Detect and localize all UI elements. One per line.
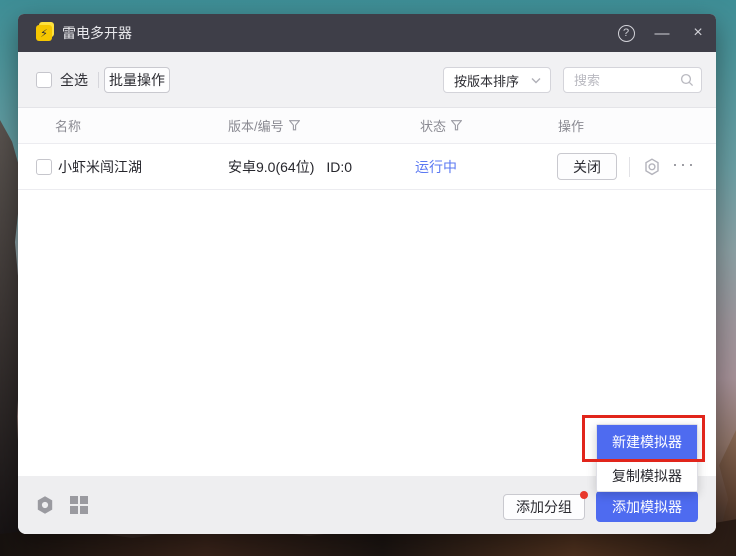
select-all-label: 全选 bbox=[60, 52, 88, 108]
notification-dot bbox=[580, 491, 588, 499]
instance-name: 小虾米闯江湖 bbox=[58, 144, 142, 189]
toolbar: 全选 批量操作 按版本排序 bbox=[18, 52, 716, 108]
close-instance-button[interactable]: 关闭 bbox=[557, 153, 617, 180]
select-all-checkbox[interactable] bbox=[36, 72, 52, 88]
batch-operations-button[interactable]: 批量操作 bbox=[104, 67, 170, 93]
search-box bbox=[563, 67, 702, 93]
filter-funnel-icon[interactable] bbox=[451, 120, 462, 131]
android-version: 安卓9.0(64位) bbox=[228, 157, 314, 177]
app-logo-icon: ⚡ bbox=[36, 24, 54, 42]
instance-version: 安卓9.0(64位) ID:0 bbox=[228, 144, 352, 189]
chevron-down-icon bbox=[531, 77, 541, 84]
row-checkbox[interactable] bbox=[36, 159, 52, 175]
header-name: 名称 bbox=[55, 108, 81, 143]
toolbar-divider bbox=[98, 72, 99, 88]
sort-dropdown[interactable]: 按版本排序 bbox=[443, 67, 551, 93]
more-options-icon[interactable]: ··· bbox=[672, 144, 696, 190]
header-version: 版本/编号 bbox=[228, 108, 300, 143]
filter-funnel-icon[interactable] bbox=[289, 120, 300, 131]
instance-settings-icon[interactable] bbox=[642, 157, 662, 177]
instance-id: ID:0 bbox=[326, 159, 352, 175]
settings-nut-icon[interactable] bbox=[35, 495, 55, 515]
header-action: 操作 bbox=[558, 108, 584, 143]
close-icon: × bbox=[693, 24, 702, 42]
row-divider bbox=[629, 157, 630, 177]
table-row: 小虾米闯江湖 安卓9.0(64位) ID:0 运行中 关闭 ··· bbox=[18, 144, 716, 190]
red-annotation-rectangle bbox=[582, 415, 705, 462]
add-emulator-button[interactable]: 添加模拟器 bbox=[596, 491, 698, 522]
table-header: 名称 版本/编号 状态 操作 bbox=[18, 108, 716, 144]
header-status: 状态 bbox=[420, 108, 462, 143]
close-button[interactable]: × bbox=[686, 14, 710, 52]
search-icon bbox=[680, 73, 694, 87]
help-button[interactable]: ? bbox=[614, 14, 638, 52]
titlebar[interactable]: ⚡ 雷电多开器 ? — × bbox=[18, 14, 716, 52]
sort-dropdown-value: 按版本排序 bbox=[444, 71, 519, 90]
desktop-wallpaper: ⚡ 雷电多开器 ? — × 全选 批量操作 按版本排序 bbox=[0, 0, 736, 556]
menu-item-copy-emulator[interactable]: 复制模拟器 bbox=[597, 459, 697, 493]
window-title: 雷电多开器 bbox=[62, 14, 132, 52]
add-group-button[interactable]: 添加分组 bbox=[503, 494, 585, 520]
minimize-button[interactable]: — bbox=[650, 14, 674, 52]
minimize-icon: — bbox=[655, 25, 670, 42]
help-icon: ? bbox=[618, 25, 635, 42]
grid-view-icon[interactable] bbox=[70, 496, 88, 514]
status-badge: 运行中 bbox=[415, 144, 457, 189]
